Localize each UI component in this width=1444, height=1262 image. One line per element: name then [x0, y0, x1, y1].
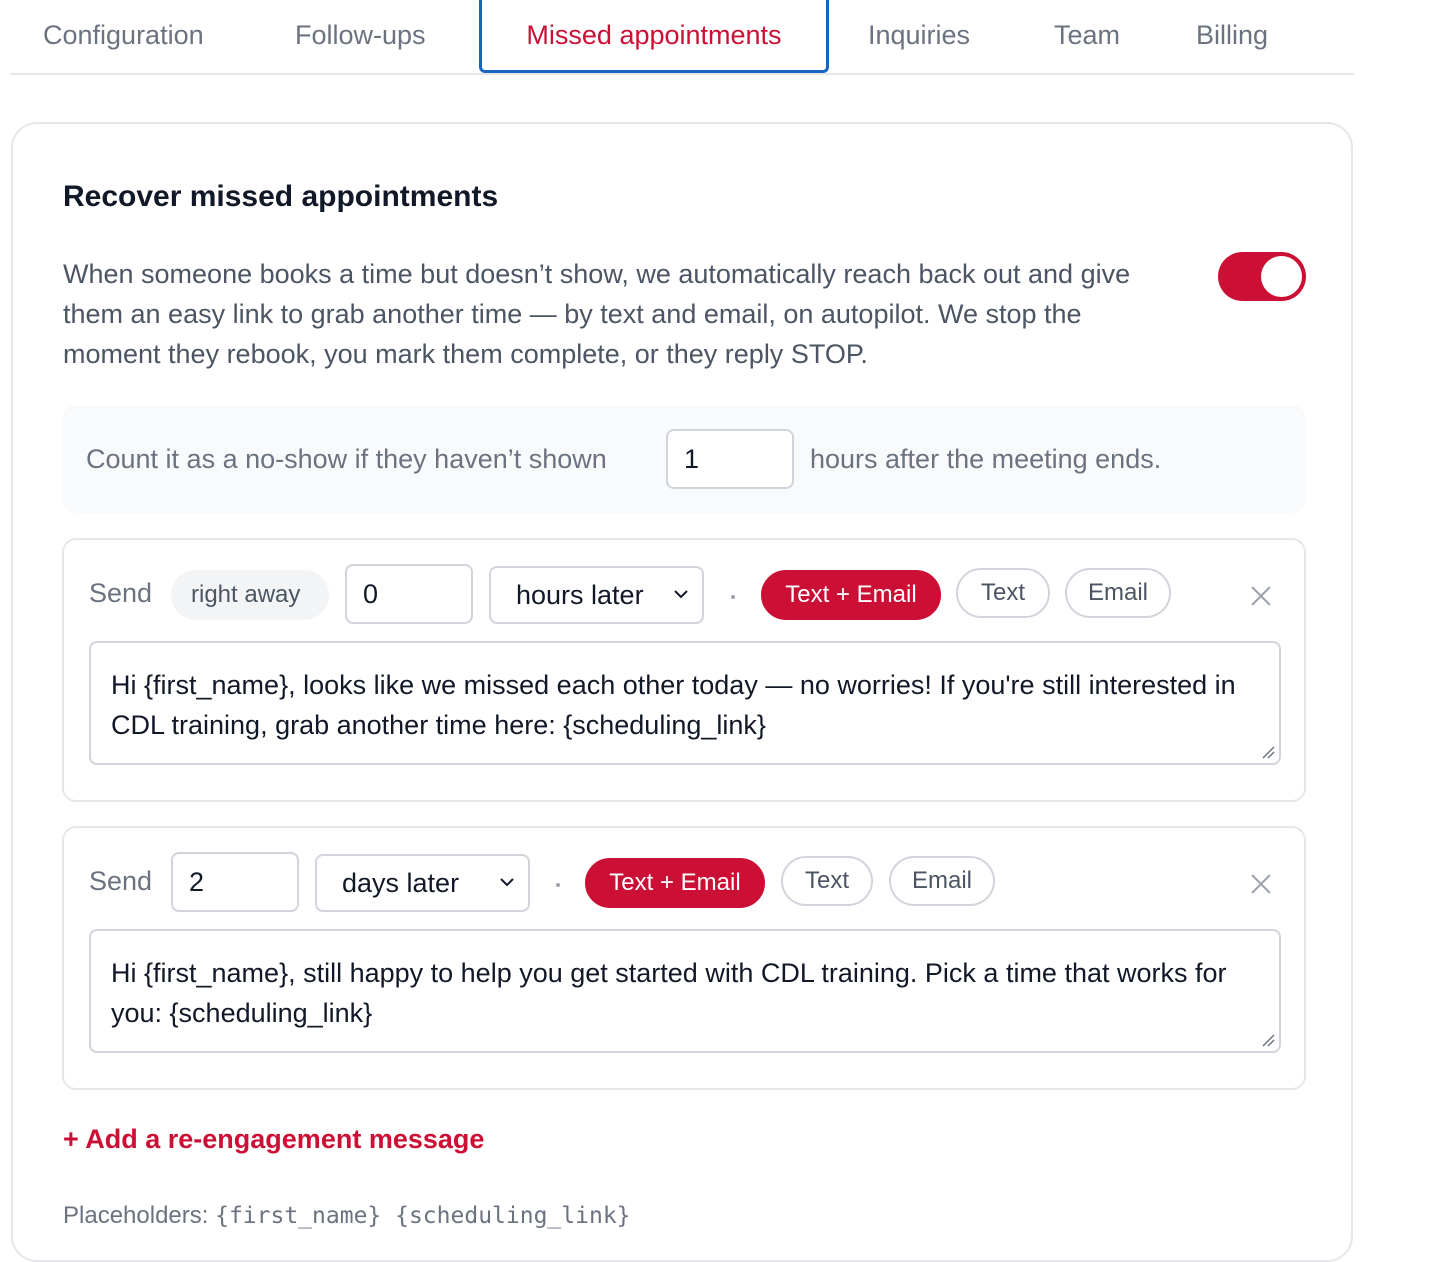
- delay-input[interactable]: [171, 852, 299, 912]
- channel-text-email[interactable]: Text + Email: [585, 858, 765, 908]
- separator-dot: [731, 595, 735, 599]
- placeholders-label: Placeholders:: [63, 1202, 209, 1229]
- noshow-settings: Count it as a no-show if they haven’t sh…: [62, 405, 1306, 513]
- channel-text-email[interactable]: Text + Email: [761, 570, 941, 620]
- channel-email[interactable]: Email: [889, 856, 995, 906]
- close-icon[interactable]: [1249, 868, 1273, 902]
- chevron-down-icon: [672, 568, 690, 642]
- delay-unit-value: days later: [342, 868, 460, 898]
- delay-input[interactable]: [345, 564, 473, 624]
- enable-toggle[interactable]: [1218, 252, 1306, 301]
- message-textarea[interactable]: Hi {first_name}, looks like we missed ea…: [89, 641, 1281, 765]
- close-icon[interactable]: [1249, 580, 1273, 614]
- add-message-button[interactable]: + Add a re-engagement message: [63, 1124, 484, 1155]
- separator-dot: [556, 883, 560, 887]
- resize-handle-icon[interactable]: [1261, 745, 1275, 759]
- channel-text[interactable]: Text: [781, 856, 873, 906]
- resize-handle-icon[interactable]: [1261, 1033, 1275, 1047]
- message-text: Hi {first_name}, looks like we missed ea…: [111, 670, 1236, 740]
- missed-appointments-card: Recover missed appointments When someone…: [11, 122, 1353, 1262]
- card-description: When someone books a time but doesn’t sh…: [63, 259, 1131, 369]
- delay-unit-select[interactable]: days later: [315, 854, 530, 912]
- tab-bar: Configuration Follow-ups Missed appointm…: [10, 0, 1354, 75]
- channel-text[interactable]: Text: [956, 568, 1050, 618]
- noshow-suffix: hours after the meeting ends.: [810, 444, 1162, 474]
- message-step-1: Send right away hours later Text + Email…: [62, 538, 1306, 802]
- tab-configuration[interactable]: Configuration: [43, 0, 204, 73]
- right-away-button[interactable]: right away: [171, 570, 329, 620]
- placeholders-note: Placeholders: {first_name} {scheduling_l…: [63, 1202, 631, 1230]
- message-textarea[interactable]: Hi {first_name}, still happy to help you…: [89, 929, 1281, 1053]
- noshow-hours-input[interactable]: [666, 429, 794, 489]
- message-text: Hi {first_name}, still happy to help you…: [111, 958, 1227, 1028]
- delay-unit-value: hours later: [516, 580, 644, 610]
- tab-team[interactable]: Team: [1054, 0, 1120, 73]
- chevron-down-icon: [498, 856, 516, 930]
- message-step-2: Send days later Text + Email Text Email …: [62, 826, 1306, 1090]
- card-title: Recover missed appointments: [63, 180, 499, 213]
- toggle-knob: [1261, 256, 1302, 297]
- send-label: Send: [89, 866, 153, 896]
- tab-billing[interactable]: Billing: [1196, 0, 1268, 73]
- tab-missed-appointments[interactable]: Missed appointments: [479, 0, 829, 73]
- send-label: Send: [89, 578, 153, 608]
- channel-email[interactable]: Email: [1065, 568, 1171, 618]
- delay-unit-select[interactable]: hours later: [489, 566, 704, 624]
- tab-follow-ups[interactable]: Follow-ups: [295, 0, 426, 73]
- noshow-prefix: Count it as a no-show if they haven’t sh…: [86, 444, 607, 474]
- placeholders-list: {first_name} {scheduling_link}: [215, 1203, 631, 1229]
- tab-inquiries[interactable]: Inquiries: [868, 0, 970, 73]
